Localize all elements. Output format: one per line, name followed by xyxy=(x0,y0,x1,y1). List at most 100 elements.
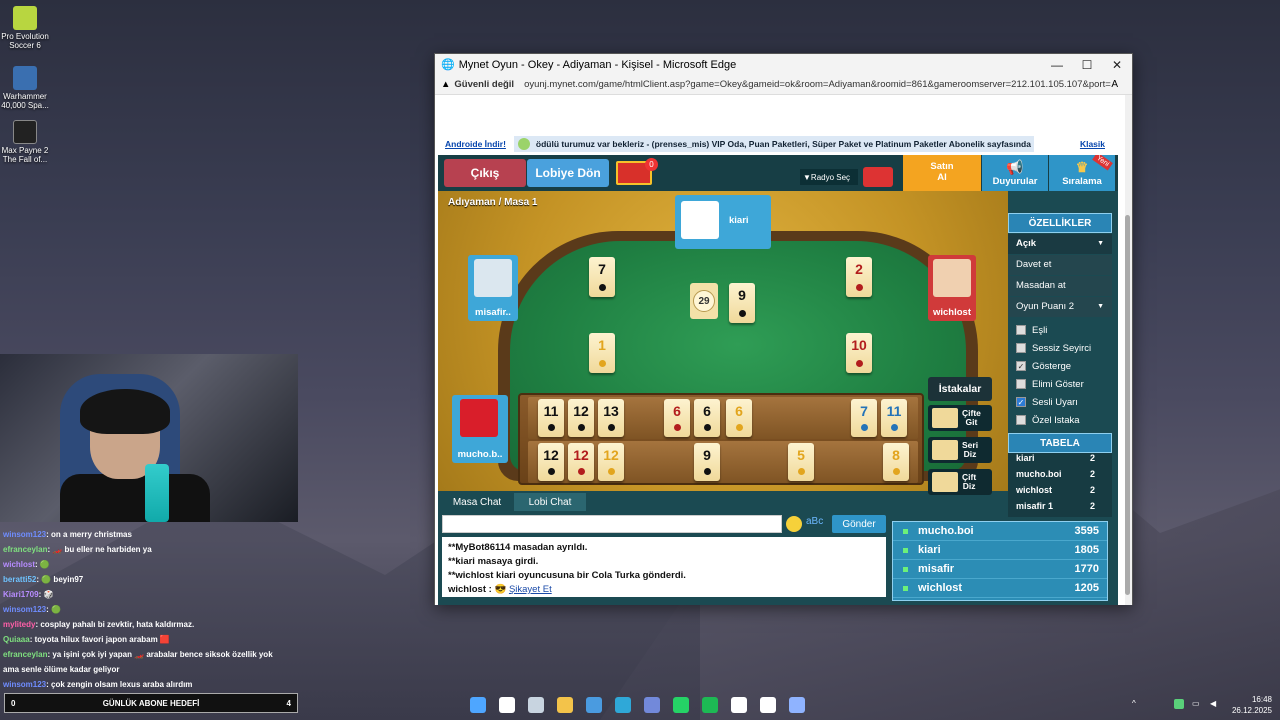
chat-username[interactable]: winsom123 xyxy=(3,605,46,614)
drink-can xyxy=(145,464,169,522)
checkbox[interactable] xyxy=(1016,379,1026,389)
option-show-hand[interactable]: Elimi Göster xyxy=(1008,375,1112,393)
security-label[interactable]: Güvenli değil xyxy=(454,79,514,90)
table-open-select[interactable]: Açık ▼ xyxy=(1008,234,1112,254)
kick-button[interactable]: Masadan at xyxy=(1008,276,1112,296)
chat-username[interactable]: Quiaaa xyxy=(3,635,30,644)
go-pairs-button[interactable]: Çifte Git xyxy=(928,405,992,431)
spotify-icon[interactable] xyxy=(702,697,718,713)
checkbox[interactable] xyxy=(1016,325,1026,335)
edge-icon[interactable] xyxy=(615,697,631,713)
spellcheck-icon[interactable]: aBc xyxy=(806,516,823,527)
rack-tile[interactable]: 9 xyxy=(694,443,720,481)
obs-icon[interactable] xyxy=(731,697,747,713)
rack-tile[interactable]: 12 xyxy=(568,399,594,437)
classic-link[interactable]: Klasik xyxy=(1080,139,1105,149)
discord-icon[interactable] xyxy=(644,697,660,713)
close-button[interactable]: ✕ xyxy=(1102,58,1132,72)
chat-username[interactable]: efranceylan xyxy=(3,650,47,659)
option-silent-spectator[interactable]: Sessiz Seyirci xyxy=(1008,339,1112,357)
read-aloud-icon[interactable]: A xyxy=(1111,79,1118,90)
rack-tile[interactable]: 12 xyxy=(538,443,564,481)
back-to-lobby-button[interactable]: Lobiye Dön xyxy=(527,159,609,187)
rack-tile[interactable]: 6 xyxy=(664,399,690,437)
option-indicator[interactable]: ✓ Gösterge xyxy=(1008,357,1112,375)
rack-tile[interactable]: 13 xyxy=(598,399,624,437)
rack-tile[interactable]: 11 xyxy=(881,399,907,437)
chevron-down-icon: ▼ xyxy=(1097,303,1104,310)
discard-tile[interactable]: 10 xyxy=(846,333,872,373)
rack-tile[interactable]: 5 xyxy=(788,443,814,481)
player-top[interactable]: kiari xyxy=(675,195,771,249)
address-bar[interactable]: ▲ Güvenli değil oyunj.mynet.com/game/htm… xyxy=(435,75,1132,95)
rack-tile[interactable]: 12 xyxy=(568,443,594,481)
emoji-icon[interactable] xyxy=(786,516,802,532)
checkbox[interactable] xyxy=(1016,343,1026,353)
discard-tile[interactable]: 7 xyxy=(589,257,615,297)
option-pairs[interactable]: Eşli xyxy=(1008,321,1112,339)
store-icon[interactable] xyxy=(586,697,602,713)
tab-table-chat[interactable]: Masa Chat xyxy=(442,493,512,511)
tray-expand-icon[interactable]: ^ xyxy=(1132,699,1136,708)
game-points-select[interactable]: Oyun Puanı 2 ▼ xyxy=(1008,297,1112,317)
mic-icon[interactable] xyxy=(1174,699,1184,709)
maximize-button[interactable]: ☐ xyxy=(1072,58,1102,72)
url-text[interactable]: oyunj.mynet.com/game/htmlClient.asp?game… xyxy=(524,79,1111,90)
steam-icon[interactable] xyxy=(528,697,544,713)
sort-pairs-button[interactable]: Çift Diz xyxy=(928,469,992,495)
scoreboard-row: misafir 12 xyxy=(1008,501,1112,517)
discard-tile[interactable]: 1 xyxy=(589,333,615,373)
android-download-link[interactable]: Androide İndir! xyxy=(445,139,506,149)
app2-icon[interactable] xyxy=(789,697,805,713)
rack-tile[interactable]: 11 xyxy=(538,399,564,437)
tab-lobby-chat[interactable]: Lobi Chat xyxy=(514,493,586,511)
radio-select[interactable]: ▼Radyo Seç xyxy=(800,169,858,185)
checkbox[interactable] xyxy=(1016,415,1026,425)
chat-username[interactable]: wichlost xyxy=(3,560,35,569)
rack-tile[interactable]: 7 xyxy=(851,399,877,437)
chat-username[interactable]: mylitedy xyxy=(3,620,35,629)
info-bar: Androide İndir! ödülü turumuz var bekler… xyxy=(445,135,1115,153)
rack-tile[interactable]: 6 xyxy=(726,399,752,437)
search-icon[interactable] xyxy=(499,697,515,713)
scrollbar-thumb[interactable] xyxy=(1125,215,1130,595)
rack-tile[interactable]: 12 xyxy=(598,443,624,481)
discard-tile[interactable]: 2 xyxy=(846,257,872,297)
windows-icon[interactable] xyxy=(470,697,486,713)
rack-select-button[interactable]: İstakalar xyxy=(928,377,992,401)
clock[interactable]: 16:48 26.12.2025 xyxy=(1232,694,1272,716)
chat-username[interactable]: winsom123 xyxy=(3,680,46,689)
chat-username[interactable]: Kiari1709 xyxy=(3,590,39,599)
invite-button[interactable]: Davet et xyxy=(1008,255,1112,275)
buy-button[interactable]: Satın Al xyxy=(903,155,981,191)
rack-tile[interactable]: 6 xyxy=(694,399,720,437)
desktop-icon-warhammer[interactable]: Warhammer 40,000 Spa... xyxy=(0,66,50,110)
chat-username[interactable]: winsom123 xyxy=(3,530,46,539)
minimize-button[interactable]: — xyxy=(1042,58,1072,72)
option-sound-alert[interactable]: ✓ Sesli Uyarı xyxy=(1008,393,1112,411)
rack-tile[interactable]: 8 xyxy=(883,443,909,481)
chevron-down-icon: ▼ xyxy=(1097,240,1104,247)
exit-button[interactable]: Çıkış xyxy=(444,159,526,187)
desktop-icon-pes6[interactable]: Pro Evolution Soccer 6 xyxy=(0,6,50,50)
volume-icon[interactable]: ◀ xyxy=(1210,699,1216,708)
whatsapp-icon[interactable] xyxy=(673,697,689,713)
chat-input[interactable] xyxy=(442,515,782,533)
checkbox-checked[interactable]: ✓ xyxy=(1016,397,1026,407)
player-bottom[interactable]: mucho.b.. xyxy=(452,395,508,463)
chat-username[interactable]: efranceylan xyxy=(3,545,47,554)
option-custom-rack[interactable]: Özel Istaka xyxy=(1008,411,1112,429)
app-icon[interactable] xyxy=(760,697,776,713)
player-left[interactable]: misafir.. xyxy=(468,255,518,321)
network-icon[interactable]: ▭ xyxy=(1192,699,1200,708)
chat-username[interactable]: beratti52 xyxy=(3,575,36,584)
report-link[interactable]: Şikayet Et xyxy=(509,584,552,595)
radio-icon[interactable] xyxy=(863,167,893,187)
player-right[interactable]: wichlost xyxy=(928,255,976,321)
announcements-button[interactable]: 📢 Duyurular xyxy=(982,155,1048,191)
sort-series-button[interactable]: Seri Diz xyxy=(928,437,992,463)
checkbox-checked[interactable]: ✓ xyxy=(1016,361,1026,371)
folder-icon[interactable] xyxy=(557,697,573,713)
desktop-icon-maxpayne2[interactable]: Max Payne 2 The Fall of... xyxy=(0,120,50,164)
send-button[interactable]: Gönder xyxy=(832,515,886,533)
